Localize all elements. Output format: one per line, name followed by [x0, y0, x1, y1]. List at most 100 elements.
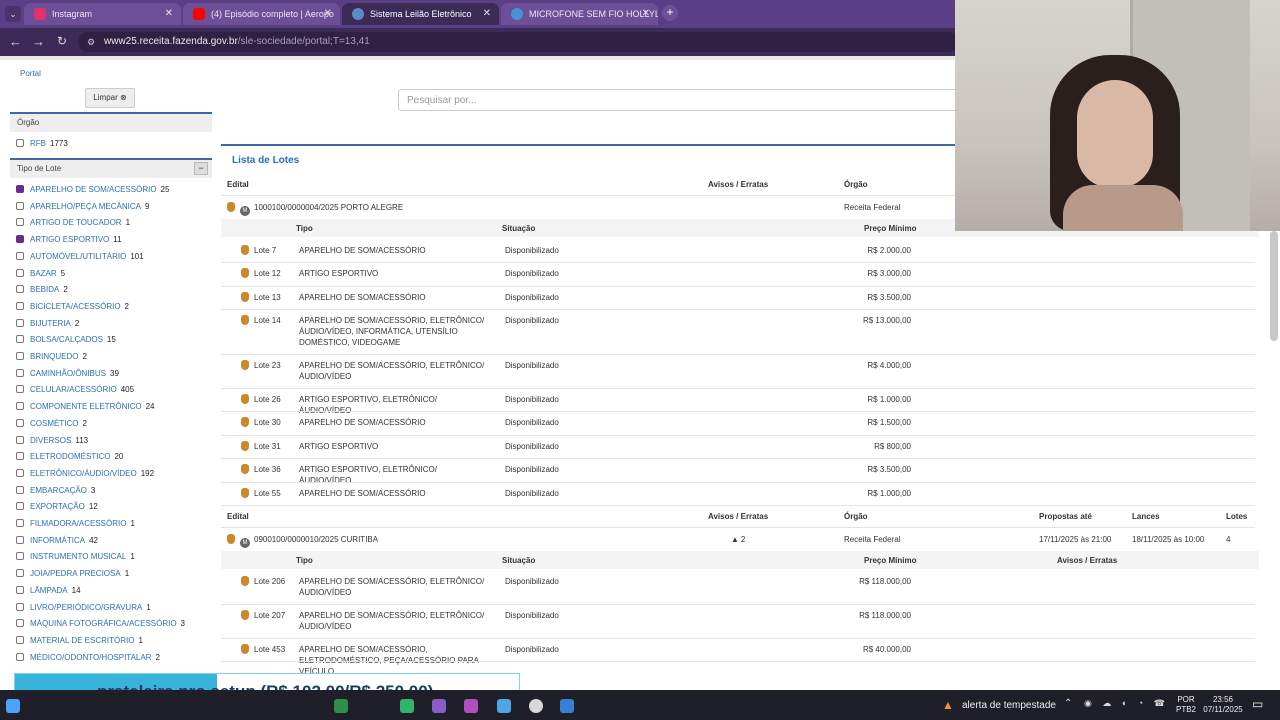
back-icon[interactable]: ← [9, 34, 22, 49]
lote-link[interactable]: Lote 7 [241, 245, 276, 256]
lote-link[interactable]: Lote 30 [241, 417, 281, 428]
filter-checkbox[interactable] [16, 535, 24, 544]
filter-option[interactable]: CELULAR/ACESSÓRIO 405 [16, 383, 134, 397]
filter-checkbox[interactable] [16, 552, 24, 561]
site-info-icon[interactable]: ⚙ [87, 32, 95, 52]
close-icon[interactable]: ✕ [165, 3, 173, 25]
filter-checkbox[interactable] [16, 335, 24, 344]
filter-option[interactable]: DIVERSOS 113 [16, 434, 88, 448]
lote-link[interactable]: Lote 23 [241, 360, 281, 371]
filter-checkbox[interactable] [16, 569, 24, 578]
close-icon[interactable]: ✕ [642, 3, 650, 25]
lote-link[interactable]: Lote 206 [241, 576, 285, 587]
taskbar-app-icon[interactable] [497, 699, 511, 713]
filter-option[interactable]: APARELHO/PEÇA MECÂNICA 9 [16, 200, 149, 214]
weather-text[interactable]: alerta de tempestade [962, 700, 1056, 711]
close-icon[interactable]: ✕ [324, 3, 332, 25]
filter-checkbox[interactable] [16, 485, 24, 494]
close-icon[interactable]: ✕ [483, 3, 491, 25]
clock[interactable]: 23:56 07/11/2025 [1200, 695, 1246, 715]
filter-option[interactable]: LIVRO/PERIÓDICO/GRAVURA 1 [16, 601, 151, 615]
filter-option[interactable]: BRINQUEDO 2 [16, 350, 87, 364]
steam-icon[interactable] [529, 699, 543, 713]
filter-option[interactable]: BICICLETA/ACESSÓRIO 2 [16, 300, 129, 314]
filter-option[interactable]: COMPONENTE ELETRÔNICO 24 [16, 400, 154, 414]
filter-option[interactable]: COSMÉTICO 2 [16, 417, 87, 431]
language-indicator[interactable]: POR PTB2 [1176, 695, 1196, 715]
filter-option[interactable]: INFORMÁTICA 42 [16, 534, 98, 548]
address-bar[interactable]: ⚙ www25.receita.fazenda.gov.br/sle-socie… [78, 32, 958, 52]
lote-link[interactable]: Lote 26 [241, 394, 281, 405]
new-tab-button[interactable]: + [662, 5, 678, 21]
filter-option[interactable]: INSTRUMENTO MUSICAL 1 [16, 550, 135, 564]
tray-chevron-icon[interactable]: ⌃ [1064, 698, 1072, 709]
filter-checkbox[interactable] [16, 201, 24, 210]
filter-option[interactable]: ARTIGO ESPORTIVO 11 [16, 233, 122, 247]
filter-checkbox[interactable] [16, 139, 24, 147]
tab-sistema-leilao[interactable]: Sistema Leilão Eletrônico ✕ [342, 3, 499, 25]
tab-youtube[interactable]: (4) Episódio completo | Aeropo ✕ [183, 3, 340, 25]
lote-link[interactable]: Lote 12 [241, 268, 281, 279]
clear-filters-button[interactable]: Limpar ⊗ [85, 88, 135, 108]
filter-checkbox[interactable] [16, 585, 24, 594]
lote-link[interactable]: Lote 14 [241, 315, 281, 326]
tray-icons[interactable]: ◉ ☁ ◐ ◔ ☎ [1084, 698, 1169, 709]
filter-checkbox[interactable] [16, 268, 24, 277]
filter-checkbox[interactable] [16, 652, 24, 661]
filter-checkbox[interactable] [16, 452, 24, 461]
tab-microfone[interactable]: MICROFONE SEM FIO HOLLYL ✕ [501, 3, 658, 25]
filter-checkbox[interactable] [16, 368, 24, 377]
filter-option[interactable]: BAZAR 5 [16, 267, 65, 281]
filter-option[interactable]: ELETRÔNICO/ÁUDIO/VÍDEO 192 [16, 467, 154, 481]
forward-icon[interactable]: → [32, 34, 45, 49]
lote-link[interactable]: Lote 13 [241, 292, 281, 303]
start-icon[interactable] [6, 699, 20, 713]
filter-checkbox[interactable] [16, 402, 24, 411]
reload-icon[interactable]: ↻ [57, 34, 67, 48]
filter-option[interactable]: JOIA/PEDRA PRECIOSA 1 [16, 567, 129, 581]
filter-checkbox[interactable] [16, 318, 24, 327]
filter-checkbox[interactable] [16, 185, 24, 193]
lote-link[interactable]: Lote 207 [241, 610, 285, 621]
filter-option[interactable]: ELETRODOMÉSTICO 20 [16, 450, 123, 464]
lote-link[interactable]: Lote 36 [241, 464, 281, 475]
notification-icon[interactable]: ▭ [1252, 697, 1263, 711]
filter-checkbox[interactable] [16, 468, 24, 477]
filter-option[interactable]: MATERIAL DE ESCRITÓRIO 1 [16, 634, 143, 648]
taskbar-app-icon[interactable] [432, 699, 446, 713]
page-scrollbar[interactable] [1270, 231, 1278, 341]
tab-instagram[interactable]: Instagram ✕ [24, 3, 181, 25]
filter-checkbox[interactable] [16, 385, 24, 394]
filter-checkbox[interactable] [16, 635, 24, 644]
filter-option[interactable]: RFB 1773 [16, 137, 68, 151]
taskbar-app-icon[interactable] [334, 699, 348, 713]
weather-alert-icon[interactable]: ▲ [942, 698, 954, 712]
filter-checkbox[interactable] [16, 285, 24, 294]
filter-option[interactable]: CAMINHÃO/ÔNIBUS 39 [16, 367, 119, 381]
lote-link[interactable]: Lote 55 [241, 488, 281, 499]
filter-option[interactable]: MÉDICO/ODONTO/HOSPITALAR 2 [16, 651, 160, 665]
filter-checkbox[interactable] [16, 251, 24, 260]
filter-option[interactable]: APARELHO DE SOM/ACESSÓRIO 25 [16, 183, 169, 197]
edital-link[interactable]: M 0900100/0000010/2025 CURITIBA [227, 534, 378, 548]
filter-option[interactable]: AUTOMÓVEL/UTILITÁRIO 101 [16, 250, 144, 264]
search-input[interactable]: Pesquisar por... [398, 89, 958, 111]
filter-option[interactable]: BOLSA/CALÇADOS 15 [16, 333, 116, 347]
taskbar-app-icon[interactable] [560, 699, 574, 713]
filter-checkbox[interactable] [16, 502, 24, 511]
tab-search-icon[interactable]: ⌄ [5, 6, 21, 22]
collapse-button[interactable]: − [194, 162, 208, 175]
filter-checkbox[interactable] [16, 301, 24, 310]
filter-checkbox[interactable] [16, 435, 24, 444]
taskbar-app-icon[interactable] [400, 699, 414, 713]
lote-link[interactable]: Lote 453 [241, 644, 285, 655]
filter-option[interactable]: ARTIGO DE TOUCADOR 1 [16, 216, 130, 230]
filter-option[interactable]: FILMADORA/ACESSÓRIO 1 [16, 517, 135, 531]
filter-checkbox[interactable] [16, 352, 24, 360]
lote-link[interactable]: Lote 31 [241, 441, 281, 452]
filter-checkbox[interactable] [16, 619, 24, 628]
filter-checkbox[interactable] [16, 218, 24, 227]
edital-link[interactable]: M 1000100/0000004/2025 PORTO ALEGRE [227, 202, 403, 216]
filter-option[interactable]: LÂMPADA 14 [16, 584, 81, 598]
filter-checkbox[interactable] [16, 418, 24, 427]
